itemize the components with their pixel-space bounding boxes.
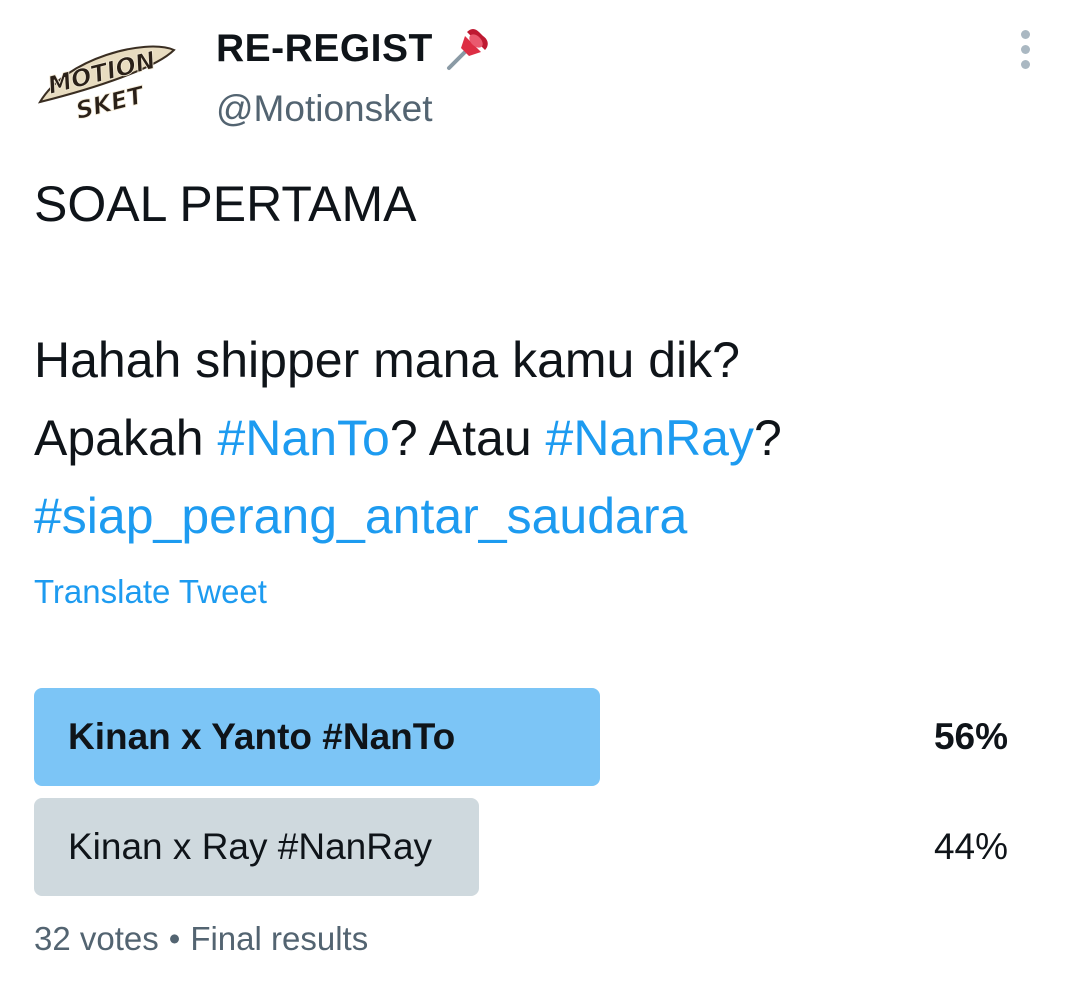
poll-option-nanto: Kinan x Yanto #NanTo 56% bbox=[34, 688, 1008, 786]
tweet-title: SOAL PERTAMA bbox=[34, 176, 417, 232]
motionsket-logo-icon: MOTION SKET bbox=[37, 46, 176, 125]
translate-tweet-link[interactable]: Translate Tweet bbox=[34, 573, 267, 611]
poll-option-label: Kinan x Yanto #NanTo bbox=[68, 716, 456, 757]
tweet-line-2-middle: ? Atau bbox=[389, 410, 546, 466]
avatar[interactable]: MOTION SKET bbox=[36, 28, 178, 128]
tweet-line-1: Hahah shipper mana kamu dik? bbox=[34, 332, 740, 388]
hashtag-nanray-link[interactable]: #NanRay bbox=[546, 410, 754, 466]
tweet-line-2-suffix: ? bbox=[753, 410, 782, 466]
separator-dot: • bbox=[168, 920, 181, 957]
poll-status: Final results bbox=[190, 920, 369, 957]
poll-option-percent: 44% bbox=[933, 826, 1008, 867]
tweet-line-2: Apakah #NanTo? Atau #NanRay? bbox=[34, 399, 1044, 477]
display-name-text: RE-REGIST bbox=[216, 27, 433, 70]
hashtag-siap-perang-link[interactable]: #siap_perang_antar_saudara bbox=[34, 477, 1044, 555]
user-handle[interactable]: @Motionsket bbox=[216, 88, 432, 130]
more-options-icon[interactable] bbox=[1010, 30, 1040, 70]
tweet-line-2-prefix: Apakah bbox=[34, 410, 218, 466]
hashtag-nanto-link[interactable]: #NanTo bbox=[217, 410, 389, 466]
poll-option-nanray: Kinan x Ray #NanRay 44% bbox=[34, 798, 1008, 896]
poll-option-percent: 56% bbox=[933, 716, 1008, 757]
tweet-text: SOAL PERTAMA Hahah shipper mana kamu dik… bbox=[34, 165, 1044, 555]
poll-footer: 32 votes • Final results bbox=[34, 920, 368, 958]
pushpin-icon bbox=[445, 26, 491, 72]
poll-vote-count: 32 votes bbox=[34, 920, 159, 957]
poll-option-label: Kinan x Ray #NanRay bbox=[68, 826, 433, 867]
display-name[interactable]: RE-REGIST bbox=[216, 26, 491, 72]
